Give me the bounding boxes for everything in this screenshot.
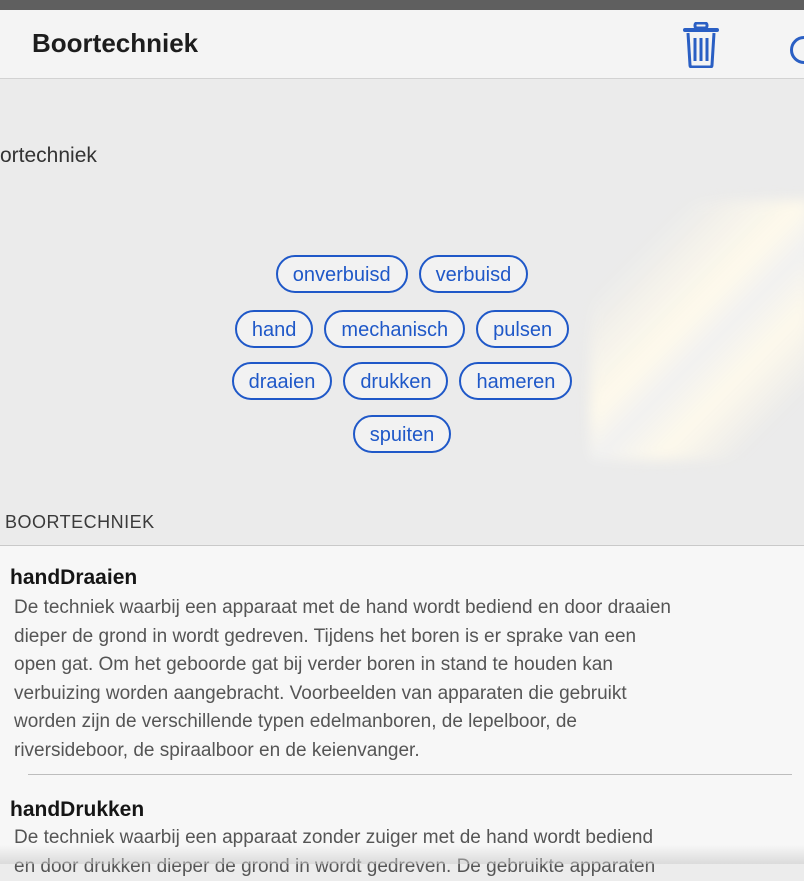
chip-row: draaien drukken hameren (0, 362, 804, 400)
trash-icon (683, 22, 719, 68)
page-title: Boortechniek (32, 28, 198, 59)
app-header: Boortechniek (0, 10, 804, 79)
divider (28, 774, 792, 775)
description-line: en door drukken dieper de grond in wordt… (14, 853, 794, 881)
chip-pulsen[interactable]: pulsen (476, 310, 569, 348)
definition-list: handDraaien De techniek waarbij een appa… (0, 546, 804, 864)
chip-row: hand mechanisch pulsen (0, 310, 804, 348)
description-line: De techniek waarbij een apparaat met de … (14, 594, 794, 623)
chip-spuiten[interactable]: spuiten (353, 415, 452, 453)
chip-hand[interactable]: hand (235, 310, 314, 348)
description-line: open gat. Om het geboorde gat bij verder… (14, 651, 794, 680)
edit-icon[interactable] (790, 36, 804, 64)
description-line: worden zijn de verschillende typen edelm… (14, 708, 794, 737)
chip-row: spuiten (0, 415, 804, 453)
chip-row: onverbuisd verbuisd (0, 255, 804, 293)
chip-mechanisch[interactable]: mechanisch (324, 310, 465, 348)
top-status-strip (0, 0, 804, 10)
description-line: De techniek waarbij een apparaat zonder … (14, 824, 794, 853)
delete-button[interactable] (683, 22, 719, 68)
description-line: verbuizing worden aangebracht. Voorbeeld… (14, 680, 794, 709)
chip-draaien[interactable]: draaien (232, 362, 333, 400)
section-header: BOORTECHNIEK (0, 505, 804, 546)
item-title: handDrukken (10, 798, 144, 822)
item-description: De techniek waarbij een apparaat zonder … (14, 824, 794, 881)
breadcrumb-label: ortechniek (0, 144, 97, 168)
item-description: De techniek waarbij een apparaat met de … (14, 594, 794, 765)
description-line: dieper de grond in wordt gedreven. Tijde… (14, 623, 794, 652)
section-title: BOORTECHNIEK (5, 512, 155, 533)
chip-hameren[interactable]: hameren (459, 362, 572, 400)
item-title: handDraaien (10, 566, 137, 590)
chip-onverbuisd[interactable]: onverbuisd (276, 255, 408, 293)
main-content: ortechniek onverbuisd verbuisd hand mech… (0, 79, 804, 544)
chip-verbuisd[interactable]: verbuisd (419, 255, 529, 293)
description-line: riversideboor, de spiraalboor en de keie… (14, 737, 794, 766)
chip-drukken[interactable]: drukken (343, 362, 448, 400)
